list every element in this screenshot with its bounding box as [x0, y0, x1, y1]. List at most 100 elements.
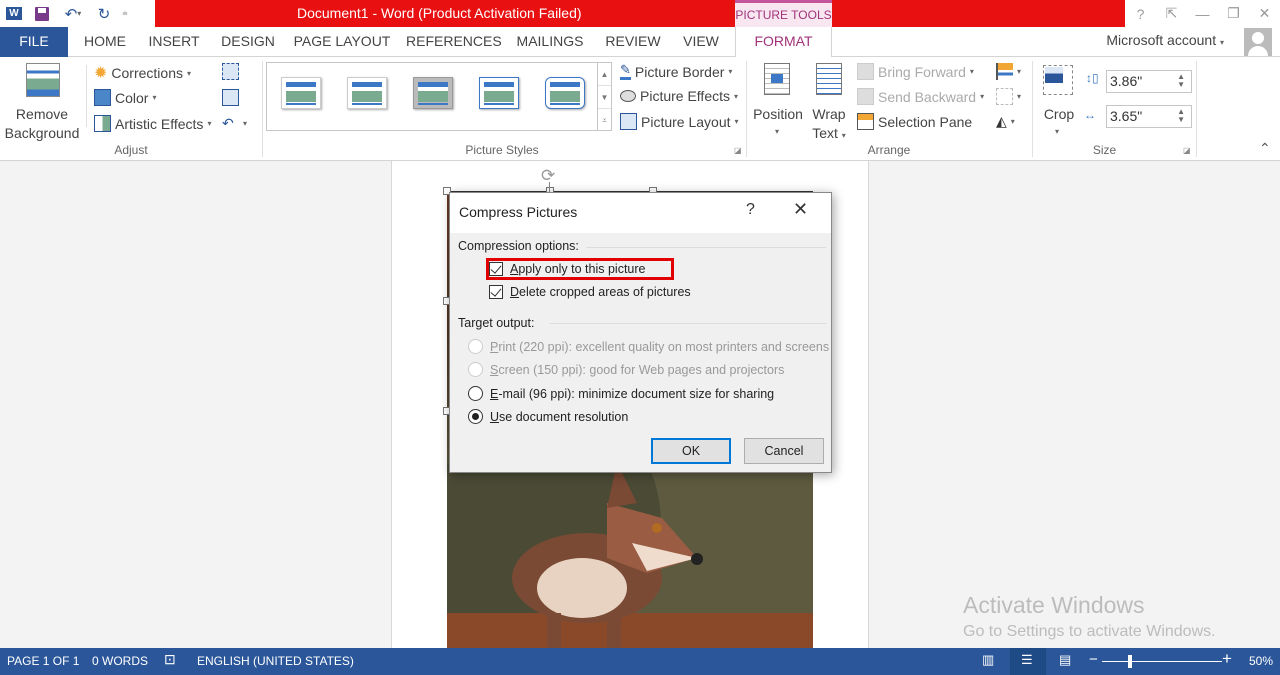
radio-label: E-mail (96 ppi): minimize document size …	[490, 386, 775, 401]
rotate-button[interactable]: ◭ ▾	[996, 113, 1015, 130]
apply-only-to-this-picture-checkbox[interactable]: Apply only to this picture	[489, 262, 646, 276]
crop-button[interactable]: Crop ▾	[1038, 61, 1080, 141]
corrections-button[interactable]: ✹ Corrections ▾	[94, 63, 191, 83]
checkbox-checked-icon	[489, 285, 503, 299]
shape-height-value: 3.86"	[1110, 73, 1143, 89]
zoom-out-button[interactable]: −	[1089, 651, 1098, 668]
group-label-size: Size	[1092, 143, 1117, 157]
zoom-slider[interactable]	[1102, 661, 1222, 662]
picture-style-4[interactable]	[479, 77, 519, 109]
ribbon-display-options-icon[interactable]: ⇱	[1156, 0, 1187, 27]
picture-border-button[interactable]: ✎ Picture Border ▾	[620, 63, 732, 80]
minimize-icon[interactable]: —	[1187, 0, 1218, 27]
gallery-scroll-up[interactable]: ▲	[598, 63, 611, 86]
picture-style-2[interactable]	[347, 77, 387, 109]
ok-button[interactable]: OK	[651, 438, 731, 464]
remove-background-button[interactable]: Remove Background	[4, 61, 80, 141]
compress-pictures-button[interactable]	[222, 63, 239, 80]
wolf-picture-icon	[447, 463, 813, 648]
picture-effects-icon	[620, 90, 636, 102]
tab-view[interactable]: VIEW	[678, 27, 724, 57]
tab-mailings[interactable]: MAILINGS	[513, 27, 587, 57]
chevron-down-icon: ▾	[152, 93, 157, 102]
checkbox-label: Delete cropped areas of pictures	[510, 285, 691, 299]
close-icon[interactable]: ✕	[793, 199, 808, 220]
tab-format[interactable]: FORMAT	[735, 27, 832, 58]
customize-qat-icon[interactable]: ⩧	[118, 0, 132, 27]
wrap-text-button[interactable]: Wrap Text ▾	[806, 61, 852, 141]
picture-styles-dialog-launcher[interactable]: ◪	[734, 146, 742, 155]
shape-width-input[interactable]: 3.65" ▲ ▼	[1106, 105, 1192, 128]
picture-style-3[interactable]	[413, 77, 453, 109]
tab-home[interactable]: HOME	[80, 27, 130, 57]
bring-forward-button[interactable]: Bring Forward ▾	[857, 63, 974, 80]
tab-file[interactable]: FILE	[0, 27, 68, 57]
close-icon[interactable]: ✕	[1249, 0, 1280, 27]
gallery-more[interactable]: ⩡	[598, 109, 611, 132]
selection-pane-button[interactable]: Selection Pane	[857, 113, 972, 130]
undo-icon[interactable]: ↶ ▾	[56, 0, 90, 27]
tab-design[interactable]: DESIGN	[218, 27, 278, 57]
radio-use-document-resolution[interactable]: Use document resolution	[468, 409, 628, 424]
selection-pane-label: Selection Pane	[878, 113, 973, 130]
help-icon[interactable]: ?	[746, 201, 755, 219]
chevron-down-icon: ▾	[1017, 67, 1022, 76]
align-button[interactable]: ▾	[996, 63, 1021, 80]
restore-icon[interactable]: ❐	[1218, 0, 1249, 27]
send-backward-button[interactable]: Send Backward ▾	[857, 88, 984, 105]
activate-windows-title: Activate Windows	[963, 592, 1145, 618]
picture-layout-button[interactable]: Picture Layout ▾	[620, 113, 739, 130]
artistic-effects-button[interactable]: Artistic Effects ▾	[94, 115, 211, 132]
page-count[interactable]: PAGE 1 OF 1	[7, 654, 79, 668]
read-mode-icon[interactable]: ▥	[982, 652, 994, 668]
collapse-ribbon-icon[interactable]: ⌃	[1259, 140, 1271, 157]
spin-arrows-icon[interactable]: ▲ ▼	[1177, 108, 1185, 124]
delete-cropped-areas-checkbox[interactable]: Delete cropped areas of pictures	[489, 285, 691, 299]
picture-effects-button[interactable]: Picture Effects ▾	[620, 88, 738, 104]
radio-print-220ppi[interactable]: Print (220 ppi): excellent quality on mo…	[468, 339, 829, 354]
zoom-slider-thumb[interactable]	[1128, 655, 1132, 668]
avatar[interactable]	[1244, 28, 1272, 56]
picture-style-5[interactable]	[545, 77, 585, 109]
picture-effects-label: Picture Effects	[640, 88, 731, 104]
zoom-in-button[interactable]: +	[1222, 649, 1232, 669]
tab-references[interactable]: REFERENCES	[406, 27, 502, 57]
radio-icon	[468, 386, 483, 401]
reset-picture-button[interactable]: ↶ ▾	[222, 115, 247, 132]
dialog-title: Compress Pictures	[459, 204, 578, 220]
change-picture-button[interactable]	[222, 89, 239, 106]
cancel-button[interactable]: Cancel	[744, 438, 824, 464]
microsoft-account-button[interactable]: Microsoft account ▾	[1106, 32, 1224, 48]
color-button[interactable]: Color ▾	[94, 89, 156, 106]
window-title: Document1 - Word (Product Activation Fai…	[297, 5, 582, 21]
radio-email-96ppi[interactable]: E-mail (96 ppi): minimize document size …	[468, 386, 774, 401]
zoom-level[interactable]: 50%	[1249, 654, 1273, 668]
save-icon[interactable]	[28, 0, 56, 27]
send-backward-icon	[857, 88, 874, 105]
word-logo-icon[interactable]: W	[0, 0, 28, 27]
shape-width-icon: ↔	[1084, 108, 1096, 122]
radio-screen-150ppi[interactable]: Screen (150 ppi): good for Web pages and…	[468, 362, 784, 377]
proofing-icon[interactable]: ⊡	[164, 651, 176, 668]
chevron-down-icon: ▾	[969, 67, 974, 76]
gallery-scroll-down[interactable]: ▼	[598, 86, 611, 109]
target-output-label: Target output:	[458, 316, 535, 330]
redo-icon[interactable]: ↻	[90, 0, 118, 27]
crop-label: Crop	[1043, 106, 1075, 122]
position-button[interactable]: Position ▾	[752, 61, 804, 141]
tab-review[interactable]: REVIEW	[603, 27, 663, 57]
group-objects-button[interactable]: ▾	[996, 88, 1021, 105]
help-icon[interactable]: ?	[1125, 0, 1156, 27]
shape-height-input[interactable]: 3.86" ▲ ▼	[1106, 70, 1192, 93]
language[interactable]: ENGLISH (UNITED STATES)	[197, 654, 354, 668]
spin-arrows-icon[interactable]: ▲ ▼	[1177, 73, 1185, 89]
shape-width-value: 3.65"	[1110, 108, 1143, 124]
print-layout-icon[interactable]: ☰	[1021, 652, 1033, 668]
size-dialog-launcher[interactable]: ◪	[1183, 146, 1191, 155]
tab-insert[interactable]: INSERT	[146, 27, 202, 57]
web-layout-icon[interactable]: ▤	[1059, 652, 1071, 668]
picture-style-1[interactable]	[281, 77, 321, 109]
radio-label: Print (220 ppi): excellent quality on mo…	[490, 339, 830, 354]
word-count[interactable]: 0 WORDS	[92, 654, 148, 668]
tab-page-layout[interactable]: PAGE LAYOUT	[293, 27, 391, 57]
